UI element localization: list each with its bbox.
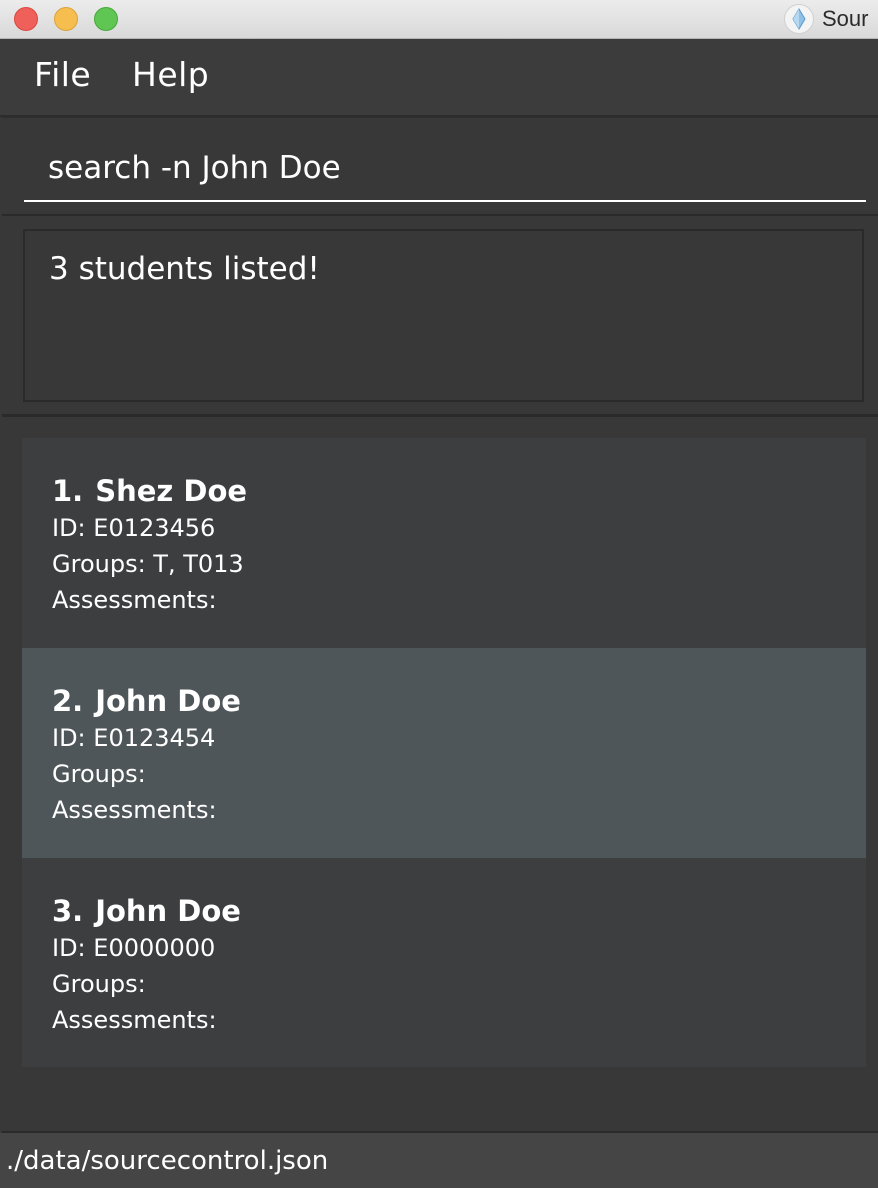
- save-location-path: ./data/sourcecontrol.json: [6, 1146, 329, 1176]
- command-box-pane: [2, 117, 878, 217]
- result-display: 3 students listed!: [23, 229, 864, 402]
- menu-help[interactable]: Help: [132, 55, 209, 94]
- result-display-pane: 3 students listed!: [2, 216, 878, 417]
- close-window-button[interactable]: [14, 7, 38, 31]
- student-groups: Groups:: [52, 970, 146, 998]
- menu-bar: File Help: [0, 39, 878, 117]
- student-name: Shez Doe: [95, 474, 248, 508]
- student-card[interactable]: 1. Shez Doe ID: E0123456 Groups: T, T013 …: [22, 438, 866, 648]
- title-bar[interactable]: Sour: [0, 0, 878, 39]
- app-window: Sour File Help 3 students listed! 1. Shez…: [0, 0, 878, 1188]
- command-input[interactable]: [24, 136, 866, 202]
- student-index: 3.: [52, 894, 84, 928]
- student-name-row: 3. John Doe: [52, 892, 866, 930]
- student-name-row: 1. Shez Doe: [52, 472, 866, 510]
- window-title: Sour: [822, 6, 869, 31]
- student-id: ID: E0123456: [52, 514, 216, 542]
- student-name-row: 2. John Doe: [52, 682, 866, 720]
- student-card-selected[interactable]: 2. John Doe ID: E0123454 Groups: Assessme…: [22, 648, 866, 858]
- result-message: 3 students listed!: [49, 251, 320, 287]
- menu-file[interactable]: File: [34, 55, 91, 94]
- student-id: ID: E0123454: [52, 724, 216, 752]
- student-index: 1.: [52, 474, 84, 508]
- window-title-group: Sour: [784, 4, 868, 34]
- minimize-window-button[interactable]: [54, 7, 78, 31]
- student-index: 2.: [52, 684, 84, 718]
- student-list[interactable]: 1. Shez Doe ID: E0123456 Groups: T, T013 …: [2, 417, 878, 1133]
- student-name: John Doe: [95, 894, 241, 928]
- student-card[interactable]: 3. John Doe ID: E0000000 Groups: Assessme…: [22, 858, 866, 1067]
- maximize-window-button[interactable]: [94, 7, 118, 31]
- student-assessments: Assessments:: [52, 586, 217, 614]
- diamond-logo-icon: [784, 4, 814, 34]
- status-bar: ./data/sourcecontrol.json: [0, 1133, 878, 1188]
- student-id: ID: E0000000: [52, 934, 216, 962]
- student-groups: Groups:: [52, 760, 146, 788]
- student-name: John Doe: [95, 684, 241, 718]
- student-assessments: Assessments:: [52, 1006, 217, 1034]
- student-assessments: Assessments:: [52, 796, 217, 824]
- student-groups: Groups: T, T013: [52, 550, 244, 578]
